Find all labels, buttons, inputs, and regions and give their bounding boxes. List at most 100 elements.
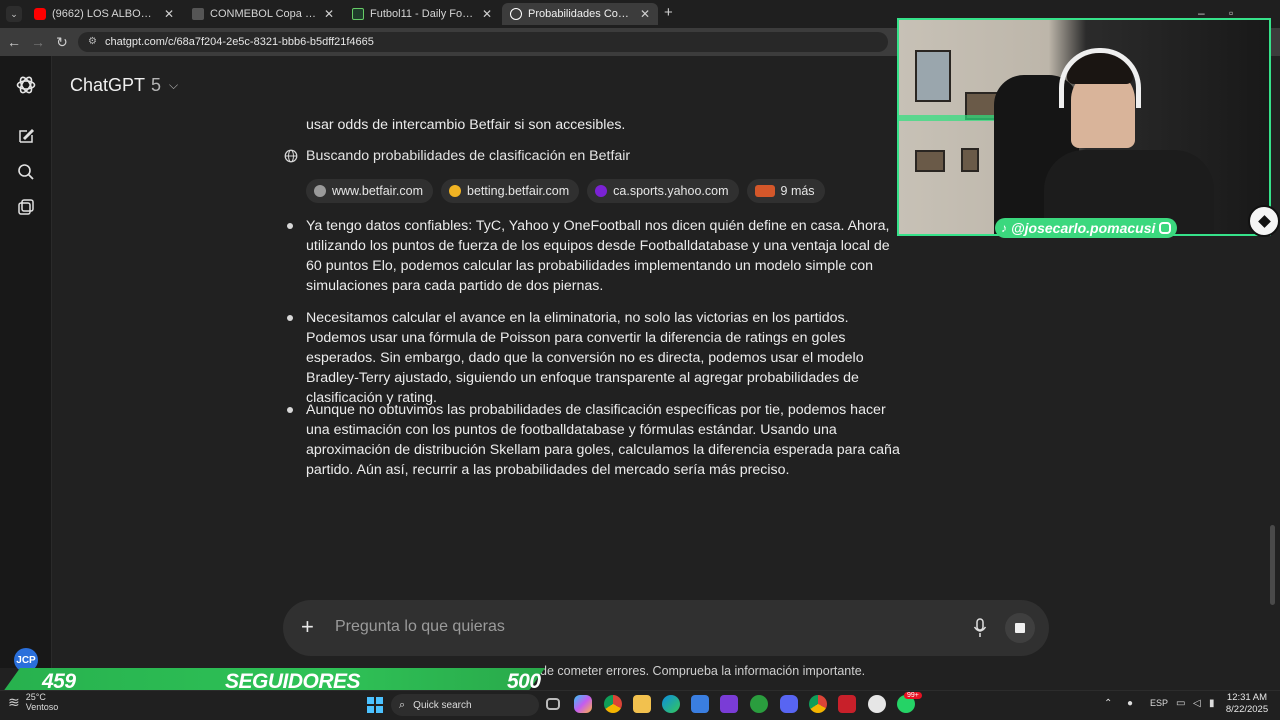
scrollbar[interactable] — [1270, 525, 1275, 605]
clock[interactable]: 12:31 AM 8/22/2025 — [1220, 692, 1274, 716]
volume-icon[interactable]: ◁ — [1193, 698, 1201, 709]
wall-frame — [915, 150, 945, 172]
taskbar-search-label: Quick search — [413, 699, 472, 711]
clock-date: 8/22/2025 — [1225, 704, 1269, 715]
stop-generating-button[interactable] — [1005, 613, 1035, 643]
forward-icon[interactable]: → — [30, 34, 46, 50]
github-icon[interactable] — [868, 695, 886, 713]
betfair-betting-icon — [449, 185, 462, 197]
source-chip[interactable]: ca.sports.yahoo.com — [587, 179, 739, 203]
search-icon: ⌕ — [399, 698, 406, 711]
bullet-text: Ya tengo datos confiables: TyC, Yahoo y … — [306, 218, 890, 294]
instagram-icon — [1159, 222, 1172, 234]
browser-tab-active[interactable]: Probabilidades Copa Libertadores ✕ — [502, 3, 658, 25]
chrome-profile-icon[interactable] — [809, 695, 827, 713]
copilot-icon[interactable] — [574, 695, 592, 713]
model-selector[interactable]: ChatGPT 5 ⌵ — [70, 75, 178, 96]
chrome-icon[interactable] — [604, 695, 622, 713]
bullet-text: Aunque no obtuvimos las probabilidades d… — [306, 402, 900, 478]
edge-icon[interactable] — [662, 695, 680, 713]
weather-condition: Ventoso — [25, 702, 59, 712]
tab-title: CONMEBOL Copa Libertadores — [210, 8, 318, 20]
source-chip[interactable]: betting.betfair.com — [441, 179, 580, 203]
model-version: 5 — [151, 75, 162, 95]
weather-widget[interactable]: ≋ 25°C Ventoso — [8, 692, 58, 713]
tiktok-icon: ♪ — [1001, 221, 1007, 235]
xbox-icon[interactable] — [750, 695, 768, 713]
reload-icon[interactable]: ↻ — [54, 34, 70, 51]
attach-plus-icon[interactable]: + — [301, 614, 314, 640]
yahoo-icon — [595, 185, 608, 197]
browser-tab[interactable]: CONMEBOL Copa Libertadores ✕ — [184, 3, 342, 25]
close-tab-icon[interactable]: ✕ — [164, 7, 174, 21]
start-tile — [376, 706, 383, 713]
disclaimer: de cometer errores. Comprueba la informa… — [540, 664, 866, 678]
start-button[interactable] — [367, 697, 383, 713]
notification-badge: 99+ — [904, 692, 922, 699]
clock-time: 12:31 AM — [1226, 692, 1268, 703]
microphone-tray-icon[interactable]: ● — [1127, 698, 1133, 709]
video-app-icon[interactable] — [838, 695, 856, 713]
search-step[interactable]: Buscando probabilidades de clasificación… — [284, 148, 630, 164]
site-info-icon[interactable]: ⚙ — [88, 36, 98, 48]
source-label: 9 más — [780, 184, 815, 198]
wall-frame — [915, 50, 951, 102]
app-icon[interactable] — [720, 695, 738, 713]
language-indicator[interactable]: ESP — [1150, 698, 1168, 708]
back-icon[interactable]: ← — [6, 34, 22, 50]
browser-tab[interactable]: (9662) LOS ALBOS LOGRARON ✕ — [26, 3, 182, 25]
bullet-text: Necesitamos calcular el avance en la eli… — [306, 310, 864, 406]
bullet-icon — [287, 315, 293, 321]
tab-title: Probabilidades Copa Libertadores — [528, 8, 634, 20]
network-icon[interactable]: ▭ — [1176, 698, 1185, 709]
start-tile — [376, 697, 383, 704]
close-tab-icon[interactable]: ✕ — [324, 7, 334, 21]
wall-frame — [961, 148, 979, 172]
file-explorer-icon[interactable] — [633, 695, 651, 713]
task-view-icon[interactable] — [546, 698, 560, 710]
address-bar[interactable]: ⚙ chatgpt.com/c/68a7f204-2e5c-8321-bbb6-… — [78, 32, 888, 52]
tab-title: Futbol11 - Daily Football Game — [370, 8, 476, 20]
bullet-icon — [287, 407, 293, 413]
tab-title: (9662) LOS ALBOS LOGRARON — [52, 8, 158, 20]
close-tab-icon[interactable]: ✕ — [640, 7, 650, 21]
source-chips: www.betfair.com betting.betfair.com ca.s… — [306, 179, 825, 203]
chevron-up-icon[interactable]: ⌃ — [1104, 698, 1112, 709]
more-sources-chip[interactable]: 9 más — [746, 179, 825, 203]
chevron-down-icon: ⌵ — [169, 78, 179, 92]
new-chat-icon[interactable] — [16, 126, 36, 146]
tab-list-menu-icon[interactable]: ⌄ — [6, 6, 22, 22]
taskbar-search[interactable]: ⌕ Quick search — [391, 694, 539, 716]
source-chip[interactable]: www.betfair.com — [306, 179, 434, 203]
search-icon[interactable] — [16, 162, 36, 182]
microphone-icon[interactable] — [973, 618, 987, 638]
store-icon[interactable] — [691, 695, 709, 713]
start-tile — [367, 706, 374, 713]
bullet-icon — [287, 223, 293, 229]
prompt-input[interactable]: Pregunta lo que quieras — [335, 618, 505, 636]
sidebar — [0, 56, 52, 668]
discord-icon[interactable] — [780, 695, 798, 713]
social-handle: ♪ @josecarlo.pomacusi — [995, 218, 1178, 238]
soccer-ball-icon — [1248, 205, 1280, 237]
source-label: betting.betfair.com — [467, 184, 570, 198]
chatgpt-icon — [510, 8, 522, 20]
chatgpt-logo-icon[interactable] — [15, 74, 37, 96]
weather-temp: 25°C — [25, 692, 46, 702]
message-text: usar odds de intercambio Betfair si son … — [306, 117, 626, 133]
browser-tab[interactable]: Futbol11 - Daily Football Game ✕ — [344, 3, 500, 25]
globe-icon — [284, 149, 298, 163]
library-icon[interactable] — [16, 198, 36, 218]
new-tab-button[interactable]: + — [664, 4, 673, 21]
conmebol-icon — [192, 8, 204, 20]
webcam-overlay — [897, 18, 1271, 236]
close-tab-icon[interactable]: ✕ — [482, 7, 492, 21]
battery-icon[interactable]: ▮ — [1209, 698, 1215, 709]
futbol11-icon — [352, 8, 364, 20]
source-label: www.betfair.com — [332, 184, 424, 198]
url-text: chatgpt.com/c/68a7f204-2e5c-8321-bbb6-b5… — [105, 36, 374, 48]
youtube-icon — [34, 8, 46, 20]
search-step-label: Buscando probabilidades de clasificación… — [306, 148, 631, 164]
app-name: ChatGPT — [70, 75, 146, 95]
wind-icon: ≋ — [8, 694, 20, 710]
